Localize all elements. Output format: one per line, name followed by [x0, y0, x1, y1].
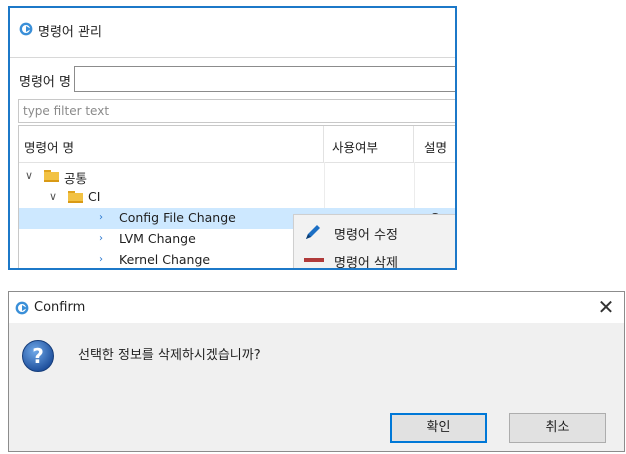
tree-row-label: 공통 — [64, 171, 88, 186]
pencil-icon — [306, 225, 320, 239]
leaf-arrow-icon: › — [99, 233, 103, 244]
folder-icon — [44, 170, 59, 182]
column-header-use[interactable]: 사용여부 — [324, 126, 414, 162]
column-header-desc[interactable]: 설명 — [414, 126, 455, 162]
leaf-arrow-icon: › — [99, 212, 103, 223]
filter-placeholder: type filter text — [23, 104, 110, 118]
tree-row-label: LVM Change — [119, 231, 196, 246]
dialog-title: Confirm — [34, 300, 86, 315]
menu-item-label: 명령어 수정 — [334, 228, 398, 243]
minus-icon — [304, 258, 324, 262]
question-icon: ? — [22, 340, 54, 372]
command-name-input[interactable] — [74, 66, 455, 92]
dialog-titlebar: Confirm ✕ — [9, 292, 624, 323]
cancel-button[interactable]: 취소 — [509, 413, 606, 443]
menu-item-label: 명령어 삭제 — [334, 256, 398, 270]
tree-row-ci[interactable]: ∨ CI — [19, 187, 455, 208]
tree-row-common[interactable]: ∨ 공통 — [19, 166, 455, 187]
tree-row-label: Config File Change — [119, 210, 236, 225]
panel-title: 명령어 관리 — [38, 25, 102, 40]
folder-icon — [68, 191, 83, 203]
leaf-arrow-icon: › — [99, 254, 103, 265]
filter-input[interactable]: type filter text — [18, 99, 455, 123]
tree-row-label: Kernel Change — [119, 252, 211, 267]
menu-item-delete-command[interactable]: 명령어 삭제 — [294, 246, 455, 270]
divider — [19, 162, 455, 163]
svg-text:?: ? — [32, 344, 44, 368]
column-header-name[interactable]: 명령어 명 — [19, 126, 324, 162]
app-refresh-icon — [15, 301, 29, 315]
close-button[interactable]: ✕ — [592, 294, 620, 320]
dialog-message: 선택한 정보를 삭제하시겠습니까? — [78, 348, 261, 363]
menu-item-edit-command[interactable]: 명령어 수정 — [294, 218, 455, 246]
chevron-down-icon[interactable]: ∨ — [49, 191, 59, 202]
chevron-down-icon[interactable]: ∨ — [25, 170, 35, 181]
command-name-label: 명령어 명 — [19, 75, 71, 90]
app-refresh-icon — [19, 22, 33, 36]
tree-row-label: CI — [88, 189, 101, 204]
confirm-dialog: Confirm ✕ ? 선택한 정보를 삭제하시겠습니까? 확인 취소 — [8, 291, 625, 452]
ok-button[interactable]: 확인 — [390, 413, 487, 443]
context-menu: 명령어 수정 명령어 삭제 — [293, 214, 455, 270]
command-management-panel: 명령어 관리 명령어 명 type filter text 명령어 명 사용여부… — [8, 6, 457, 270]
panel-titlebar: 명령어 관리 — [10, 8, 455, 58]
divider — [10, 57, 455, 58]
